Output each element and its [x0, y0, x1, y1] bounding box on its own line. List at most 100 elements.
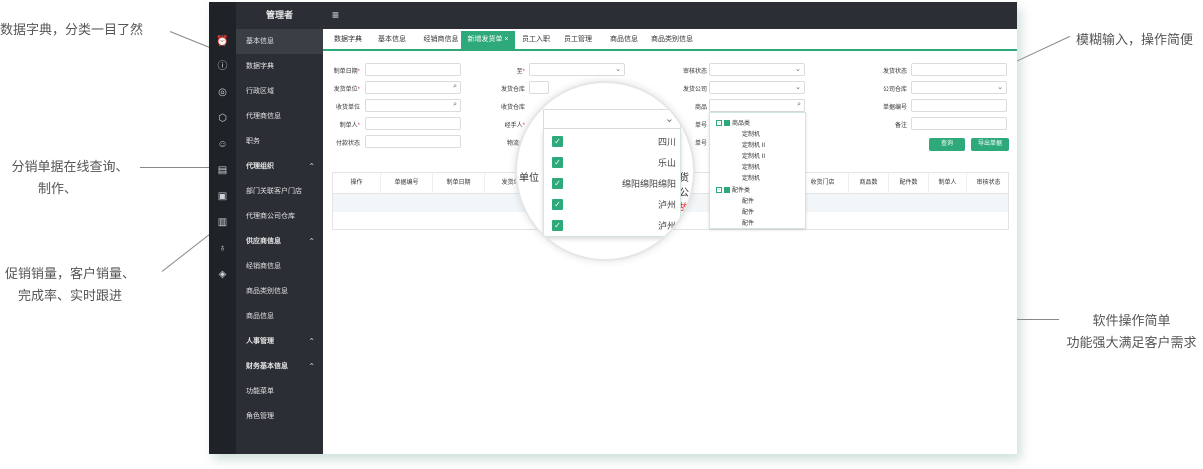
layers-icon[interactable]: ◈ — [216, 268, 229, 281]
bar-chart-icon[interactable]: ▥ — [216, 216, 229, 229]
tab-new-delivery[interactable]: 新增发货单 × — [461, 31, 515, 49]
company-warehouse-select[interactable]: ⌄ — [911, 81, 1007, 94]
alarm-icon[interactable]: ⏰ — [216, 35, 229, 48]
region-option[interactable]: ✓ 乐山 — [544, 152, 682, 173]
tab-basic-info[interactable]: 基本信息 — [373, 31, 411, 49]
tab-data-dictionary[interactable]: 数据字典 — [329, 31, 367, 49]
search-icon[interactable]: ⌕ — [453, 83, 457, 91]
tree-leaf[interactable]: 定制机 — [742, 162, 760, 171]
tree-leaf[interactable]: 配件 — [742, 207, 754, 216]
sidebar-item[interactable]: 商品类别信息 — [236, 279, 323, 304]
award-icon[interactable]: ♁ — [216, 242, 229, 255]
document-no-input[interactable] — [911, 99, 1007, 112]
create-date-input[interactable] — [365, 63, 461, 76]
sidebar-item-label: 商品类别信息 — [246, 288, 288, 295]
sidebar-item[interactable]: 行政区域 — [236, 79, 323, 104]
check-icon[interactable]: ✓ — [552, 178, 563, 189]
checkbox-icon[interactable] — [724, 187, 730, 194]
chevron-up-icon[interactable]: ⌃ — [308, 229, 315, 254]
chevron-down-icon[interactable]: ⌄ — [997, 83, 1003, 91]
sidebar-item[interactable]: 经销商信息 — [236, 254, 323, 279]
th-create-date: 制单日期 — [433, 173, 485, 194]
ship-unit-input[interactable]: ⌕ — [365, 81, 461, 94]
ship-status-input[interactable] — [911, 63, 1007, 76]
tab-dealer-info[interactable]: 经销商信息 — [419, 31, 463, 49]
th-product-count: 商品数 — [849, 173, 889, 194]
tree-leaf[interactable]: 配件 — [742, 218, 754, 227]
chevron-up-icon[interactable]: ⌃ — [308, 154, 315, 179]
to-date-input[interactable]: ⌄ — [529, 63, 625, 76]
creator-input[interactable] — [365, 117, 461, 130]
tree-leaf[interactable]: 配件 — [742, 196, 754, 205]
region-option[interactable]: ✓ 泸州 — [544, 215, 682, 236]
check-icon[interactable]: ✓ — [552, 157, 563, 168]
search-icon[interactable]: ⌕ — [453, 101, 457, 109]
collapse-icon[interactable]: - — [716, 187, 722, 194]
sidebar-item[interactable]: 财务基本信息 ⌃ — [236, 354, 323, 379]
checkbox-icon[interactable] — [724, 120, 730, 127]
chevron-up-icon[interactable]: ⌃ — [308, 329, 315, 354]
sidebar-item[interactable]: 人事管理 ⌃ — [236, 329, 323, 354]
tab-employee-onboarding[interactable]: 员工入职 — [517, 31, 555, 49]
remark-input[interactable] — [911, 117, 1007, 130]
sidebar-item[interactable]: 代理商公司仓库 — [236, 204, 323, 229]
region-option[interactable]: ✓ 泸州 — [544, 194, 682, 215]
chevron-down-icon[interactable]: ⌄ — [665, 112, 674, 125]
region-option[interactable]: ✓ 四川 — [544, 131, 682, 152]
payment-status-input[interactable] — [365, 135, 461, 148]
tree-leaf[interactable]: 定制机 II — [742, 151, 765, 160]
user-icon[interactable]: ◎ — [216, 86, 229, 99]
tree-leaf[interactable]: 定制机 — [742, 129, 760, 138]
label-ship-unit: 发货单位* — [333, 87, 360, 93]
product-input[interactable]: ⌕ — [709, 99, 805, 112]
sidebar-item[interactable]: 代理组织 ⌃ — [236, 154, 323, 179]
region-option-label: 泸州 — [657, 221, 676, 231]
export-button[interactable]: 导出单据 — [971, 138, 1009, 151]
search-icon[interactable]: ⌕ — [797, 101, 801, 109]
sidebar-item[interactable]: 职务 — [236, 129, 323, 154]
box-icon[interactable]: ▣ — [216, 190, 229, 203]
menu-icon[interactable]: ≡ — [332, 8, 339, 22]
sidebar-item[interactable]: 功能菜单 — [236, 379, 323, 404]
magnified-select[interactable]: ⌄ — [543, 109, 681, 129]
sidebar-item[interactable]: 部门关联客户门店 — [236, 179, 323, 204]
tree-leaf[interactable]: 定制机 — [742, 173, 760, 182]
sidebar-item[interactable]: 角色管理 — [236, 404, 323, 429]
info-icon[interactable]: ⓘ — [216, 60, 229, 73]
receive-unit-input[interactable]: ⌕ — [365, 99, 461, 112]
sidebar-item[interactable]: 代理商信息 — [236, 104, 323, 129]
region-option-label: 乐山 — [657, 158, 676, 168]
sidebar-item[interactable]: 供应商信息 ⌃ — [236, 229, 323, 254]
tab-product-category[interactable]: 商品类别信息 — [647, 31, 697, 49]
tab-product-info[interactable]: 商品信息 — [605, 31, 643, 49]
tab-employee-management[interactable]: 员工管理 — [559, 31, 597, 49]
document-icon[interactable]: ▤ — [216, 164, 229, 177]
chevron-down-icon[interactable]: ⌄ — [795, 83, 801, 91]
audit-status-select[interactable]: ⌄ — [709, 63, 805, 76]
sidebar-item-label: 供应商信息 — [246, 238, 281, 245]
chevron-up-icon[interactable]: ⌃ — [308, 354, 315, 379]
annotation-text: 软件操作简单 — [1092, 314, 1171, 329]
region-option[interactable]: ✓ 绵阳绵阳绵阳 — [544, 173, 682, 194]
sidebar-item[interactable]: 基本信息 — [236, 29, 323, 54]
chevron-down-icon[interactable]: ⌄ — [795, 65, 801, 73]
check-icon[interactable]: ✓ — [552, 220, 563, 231]
ship-company-select[interactable]: ⌄ — [709, 81, 805, 94]
label-document-no: 单据编号 — [882, 105, 907, 111]
tree-group[interactable]: - 配件类 — [716, 185, 750, 194]
check-icon[interactable]: ✓ — [552, 136, 563, 147]
annotation-simple: 软件操作简单 功能强大满足客户需求 — [1060, 311, 1203, 355]
sidebar-item[interactable]: 数据字典 — [236, 54, 323, 79]
ship-warehouse-input[interactable] — [529, 81, 549, 94]
annotation-data-dictionary: 数据字典，分类一目了然 — [0, 20, 143, 42]
users-icon[interactable]: ☺ — [216, 138, 229, 151]
query-button[interactable]: 查询 — [929, 138, 965, 151]
sidebar-item[interactable]: 商品信息 — [236, 304, 323, 329]
chevron-down-icon[interactable]: ⌄ — [615, 65, 621, 73]
cube-icon[interactable]: ⬡ — [216, 112, 229, 125]
tree-leaf[interactable]: 定制机 II — [742, 140, 765, 149]
tree-group[interactable]: - 商品类 — [716, 118, 750, 127]
collapse-icon[interactable]: - — [716, 120, 722, 127]
region-option-label: 四川 — [657, 137, 676, 147]
check-icon[interactable]: ✓ — [552, 199, 563, 210]
